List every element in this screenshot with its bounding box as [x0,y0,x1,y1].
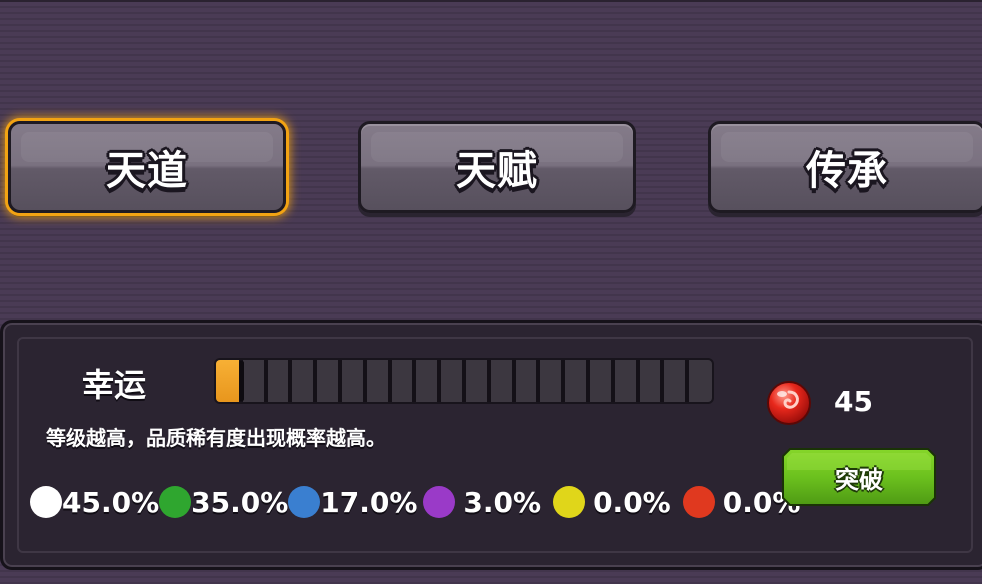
tab-tianfu-label: 天赋 [456,148,538,194]
progress-segment-divider [462,360,466,402]
rate-yellow: 0.0% [553,486,671,519]
progress-segment-divider [412,360,417,402]
tab-tiandao-label: 天道 [106,148,188,194]
yellow-quality-dot-icon [553,486,586,518]
rate-white: 45.0% [30,486,159,519]
tab-chuancheng[interactable]: 传承 [708,121,982,213]
white-quality-dot-icon [30,486,62,518]
quality-rates: 45.0% 35.0% 17.0% 3.0% 0.0% 0.0% [30,482,800,522]
progress-segment-divider [561,360,566,402]
rate-blue: 17.0% [288,486,417,519]
progress-segment-divider [660,360,665,402]
blue-quality-dot-icon [288,486,321,518]
rate-green-value: 35.0% [191,485,289,519]
tab-tianfu[interactable]: 天赋 [358,121,636,213]
breakthrough-button[interactable]: 突破 [782,448,936,506]
progress-segment-divider [511,360,516,402]
luck-label: 幸运 [82,366,147,404]
rate-white-value: 45.0% [62,485,160,519]
tab-tiandao[interactable]: 天道 [8,121,286,213]
luck-description: 等级越高，品质稀有度出现概率越高。 [46,426,386,450]
progress-segment-divider [338,360,342,402]
rate-blue-value: 17.0% [320,485,418,519]
luck-progress-fill [216,360,241,402]
gem-count: 45 [834,385,873,418]
rate-yellow-value: 0.0% [593,485,671,519]
progress-segment-divider [685,360,690,402]
purple-quality-dot-icon [423,486,456,518]
progress-segment-divider [610,360,615,402]
progress-segment-divider [263,360,268,402]
progress-segment-divider [536,360,541,402]
rate-purple: 3.0% [423,486,541,519]
green-quality-dot-icon [159,486,192,518]
progress-segment-divider [486,360,491,402]
progress-segment-divider [635,360,640,402]
progress-segment-divider [313,360,318,402]
progress-segment-divider [387,360,392,402]
progress-marker [238,361,244,401]
red-quality-dot-icon [682,486,715,518]
progress-segment-divider [288,360,293,402]
luck-progress-bar [214,358,714,404]
progress-segment-divider [586,360,590,402]
rate-purple-value: 3.0% [463,485,542,519]
breakthrough-button-label: 突破 [835,465,883,494]
tab-chuancheng-label: 传承 [806,148,888,194]
progress-segment-divider [362,360,367,402]
red-gem-icon [767,381,811,425]
rate-green: 35.0% [159,486,288,519]
top-border [0,0,982,2]
progress-segment-divider [437,360,442,402]
